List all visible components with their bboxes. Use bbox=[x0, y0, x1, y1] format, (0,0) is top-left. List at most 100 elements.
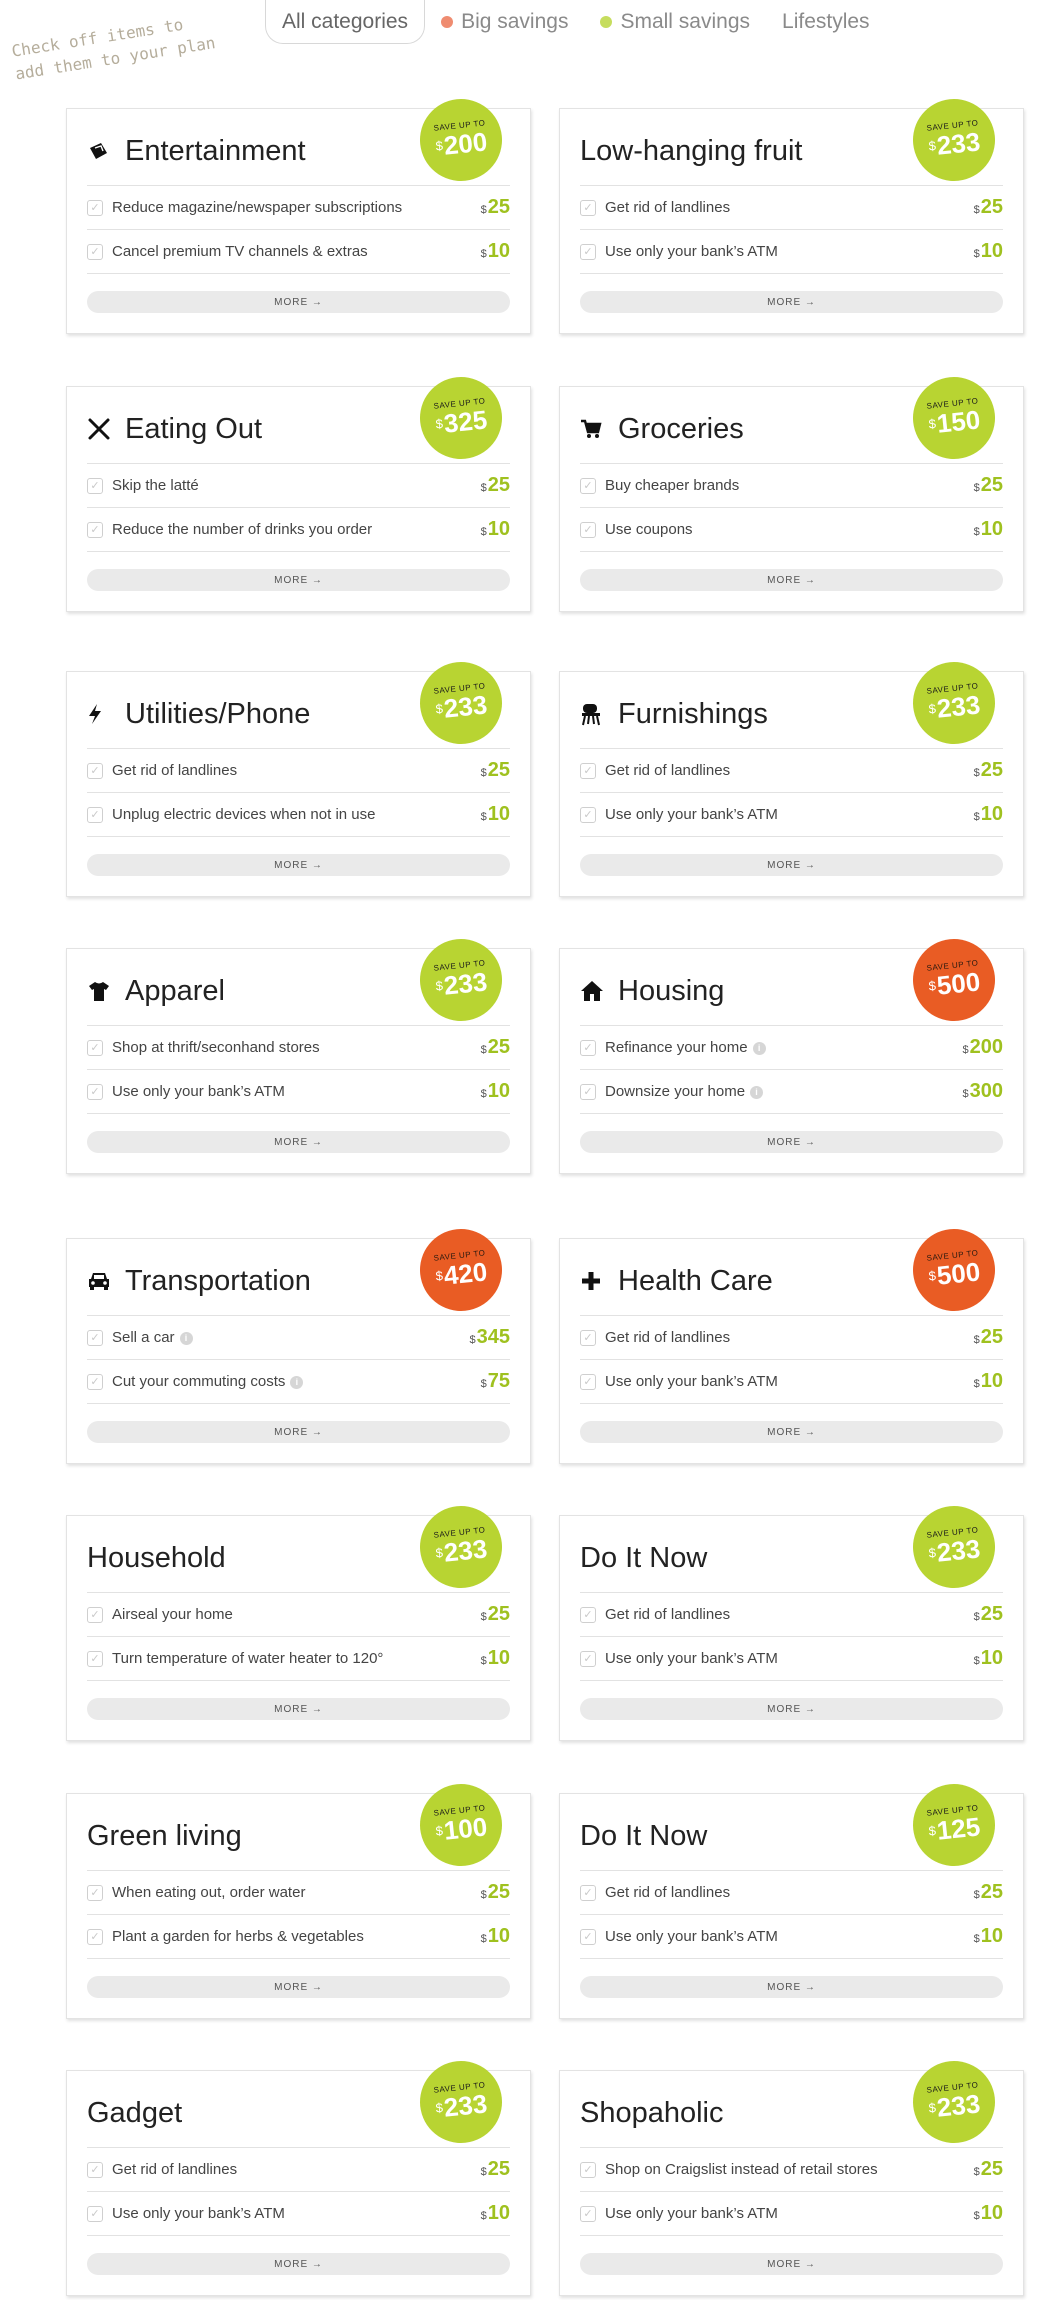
item-checkbox[interactable]: ✓ bbox=[87, 521, 103, 538]
info-icon[interactable]: i bbox=[752, 1041, 766, 1055]
more-button[interactable]: MORE → bbox=[87, 1131, 510, 1153]
item-checkbox[interactable]: ✓ bbox=[580, 243, 596, 260]
item-amount: $25 bbox=[440, 196, 510, 219]
item-checkbox[interactable]: ✓ bbox=[87, 1928, 103, 1945]
item-label-text: Use only your bank’s ATM bbox=[605, 1373, 778, 1390]
card-title-text: Do It Now bbox=[580, 1819, 708, 1852]
more-button[interactable]: MORE → bbox=[580, 569, 1003, 591]
more-button[interactable]: MORE → bbox=[87, 1698, 510, 1720]
item-label: Use only your bank’s ATM bbox=[605, 243, 933, 260]
item-checkbox[interactable]: ✓ bbox=[580, 1329, 596, 1346]
savings-item: ✓ Use only your bank’s ATM $10 bbox=[580, 1915, 1003, 1959]
info-icon[interactable]: i bbox=[290, 1375, 304, 1389]
item-checkbox[interactable]: ✓ bbox=[580, 477, 596, 494]
item-checkbox[interactable]: ✓ bbox=[580, 1884, 596, 1901]
item-checkbox[interactable]: ✓ bbox=[87, 1373, 103, 1390]
item-checkbox[interactable]: ✓ bbox=[87, 477, 103, 494]
savings-item: ✓ Buy cheaper brands $25 bbox=[580, 464, 1003, 508]
more-button[interactable]: MORE → bbox=[580, 1421, 1003, 1443]
item-checkbox[interactable]: ✓ bbox=[580, 1928, 596, 1945]
savings-item: ✓ Use only your bank’s ATM $10 bbox=[580, 1637, 1003, 1681]
more-button[interactable]: MORE → bbox=[580, 854, 1003, 876]
item-label: Use only your bank’s ATM bbox=[112, 2205, 440, 2222]
item-label-text: Get rid of landlines bbox=[605, 1329, 731, 1346]
amount-value: 10 bbox=[487, 1080, 510, 1102]
filter-tab-small-savings[interactable]: Small savings bbox=[584, 0, 766, 44]
badge-value: 125 bbox=[935, 1810, 982, 1846]
item-checkbox[interactable]: ✓ bbox=[580, 1606, 596, 1623]
save-up-to-badge: SAVE UP TO $500 bbox=[908, 1224, 1000, 1316]
item-checkbox[interactable]: ✓ bbox=[87, 1039, 103, 1056]
item-label: Use only your bank’s ATM bbox=[605, 2205, 933, 2222]
item-label: Reduce the number of drinks you order bbox=[112, 521, 440, 538]
item-checkbox[interactable]: ✓ bbox=[87, 243, 103, 260]
more-button[interactable]: MORE → bbox=[580, 1131, 1003, 1153]
item-checkbox[interactable]: ✓ bbox=[580, 1373, 596, 1390]
item-checkbox[interactable]: ✓ bbox=[87, 199, 103, 216]
item-label: Get rid of landlines bbox=[605, 1606, 933, 1623]
amount-value: 10 bbox=[980, 2202, 1003, 2224]
item-amount: $25 bbox=[933, 1326, 1003, 1349]
savings-item: ✓ Sell a car i $345 bbox=[87, 1316, 510, 1360]
card-title: Housing bbox=[580, 967, 724, 1015]
house-icon bbox=[580, 980, 610, 1002]
more-button[interactable]: MORE → bbox=[87, 854, 510, 876]
filter-label: Lifestyles bbox=[782, 10, 870, 33]
item-checkbox[interactable]: ✓ bbox=[580, 2161, 596, 2178]
item-checkbox[interactable]: ✓ bbox=[580, 1039, 596, 1056]
more-button[interactable]: MORE → bbox=[87, 1976, 510, 1998]
item-amount: $25 bbox=[440, 759, 510, 782]
item-checkbox[interactable]: ✓ bbox=[87, 2205, 103, 2222]
more-button[interactable]: MORE → bbox=[580, 1698, 1003, 1720]
item-checkbox[interactable]: ✓ bbox=[87, 1884, 103, 1901]
item-checkbox[interactable]: ✓ bbox=[87, 1083, 103, 1100]
item-label-text: Shop at thrift/seconhand stores bbox=[112, 1039, 320, 1056]
amount-currency: $ bbox=[973, 1655, 980, 1667]
item-checkbox[interactable]: ✓ bbox=[580, 1083, 596, 1100]
savings-card: Shopaholic SAVE UP TO $233 ✓ Shop on Craigsl… bbox=[559, 2056, 1024, 2296]
item-label: Shop at thrift/seconhand stores bbox=[112, 1039, 440, 1056]
more-button[interactable]: MORE → bbox=[580, 291, 1003, 313]
item-checkbox[interactable]: ✓ bbox=[87, 1650, 103, 1667]
info-icon[interactable]: i bbox=[750, 1085, 764, 1099]
item-amount: $25 bbox=[440, 474, 510, 497]
save-up-to-badge: SAVE UP TO $233 bbox=[908, 1501, 1000, 1593]
filter-tab-all-categories[interactable]: All categories bbox=[265, 0, 426, 44]
savings-item: ✓ Turn temperature of water heater to 120… bbox=[87, 1637, 510, 1681]
more-button[interactable]: MORE → bbox=[87, 2253, 510, 2275]
more-button[interactable]: MORE → bbox=[87, 291, 510, 313]
card-title: Eating Out bbox=[87, 405, 262, 453]
checklist-hint: Check off items to add them to your plan bbox=[10, 14, 217, 84]
filter-tab-lifestyles[interactable]: Lifestyles bbox=[766, 0, 886, 44]
savings-item: ✓ Get rid of landlines $25 bbox=[87, 749, 510, 793]
more-button[interactable]: MORE → bbox=[87, 569, 510, 591]
amount-currency: $ bbox=[962, 1044, 969, 1056]
item-checkbox[interactable]: ✓ bbox=[580, 762, 596, 779]
card-title: Shopaholic bbox=[580, 2089, 724, 2137]
item-checkbox[interactable]: ✓ bbox=[87, 1329, 103, 1346]
item-checkbox[interactable]: ✓ bbox=[87, 1606, 103, 1623]
more-button[interactable]: MORE → bbox=[580, 1976, 1003, 1998]
item-checkbox[interactable]: ✓ bbox=[87, 762, 103, 779]
item-checkbox[interactable]: ✓ bbox=[580, 806, 596, 823]
amount-currency: $ bbox=[973, 482, 980, 494]
info-icon[interactable]: i bbox=[179, 1331, 193, 1345]
item-checkbox[interactable]: ✓ bbox=[580, 521, 596, 538]
item-checkbox[interactable]: ✓ bbox=[580, 1650, 596, 1667]
card-title-text: Entertainment bbox=[125, 134, 306, 167]
more-button[interactable]: MORE → bbox=[87, 1421, 510, 1443]
item-checkbox[interactable]: ✓ bbox=[87, 2161, 103, 2178]
amount-currency: $ bbox=[480, 482, 487, 494]
badge-value: 233 bbox=[442, 688, 489, 724]
item-checkbox[interactable]: ✓ bbox=[580, 2205, 596, 2222]
item-amount: $345 bbox=[440, 1326, 511, 1349]
item-amount: $25 bbox=[440, 2158, 510, 2181]
item-label: Use only your bank’s ATM bbox=[605, 1373, 933, 1390]
filter-tab-big-savings[interactable]: Big savings bbox=[425, 0, 584, 44]
card-title-text: Gadget bbox=[87, 2096, 183, 2129]
badge-value: 233 bbox=[935, 2087, 982, 2123]
more-button[interactable]: MORE → bbox=[580, 2253, 1003, 2275]
item-checkbox[interactable]: ✓ bbox=[87, 806, 103, 823]
item-label: Use coupons bbox=[605, 521, 933, 538]
item-checkbox[interactable]: ✓ bbox=[580, 199, 596, 216]
